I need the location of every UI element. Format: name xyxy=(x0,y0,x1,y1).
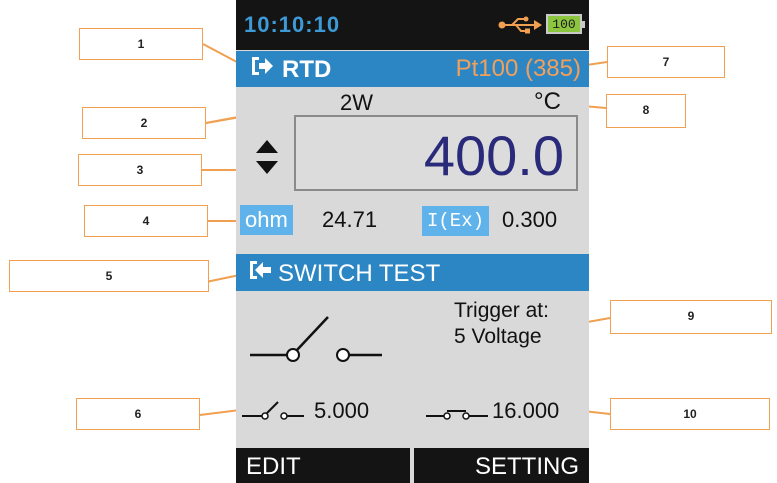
temperature-unit[interactable]: °C xyxy=(534,88,561,116)
battery-indicator: 100 xyxy=(546,14,585,34)
callout-6: 6 xyxy=(76,398,200,430)
rtd-mode[interactable]: RTD xyxy=(250,55,331,84)
usb-icon xyxy=(498,16,542,39)
switch-test-title: SWITCH TEST xyxy=(278,259,441,287)
callout-2: 2 xyxy=(82,107,206,139)
trigger-setting: Trigger at: 5 Voltage xyxy=(454,298,549,350)
closed-switch-value: 16.000 xyxy=(492,398,560,423)
clock: 10:10:10 xyxy=(244,12,341,37)
trigger-line-1: Trigger at: xyxy=(454,299,549,322)
callout-3: 3 xyxy=(78,154,202,186)
reading-display[interactable]: 400.0 xyxy=(294,115,578,191)
softkey-bar: EDIT SETTING xyxy=(236,448,589,483)
callout-9: 9 xyxy=(610,300,772,334)
iex-label: I(Ex) xyxy=(422,206,490,236)
iex-value: 0.300 xyxy=(502,207,558,232)
switch-test-title-group: SWITCH TEST xyxy=(248,259,440,288)
callout-10: 10 xyxy=(610,398,770,430)
sensor-type[interactable]: Pt100 (385) xyxy=(456,55,581,83)
reading-value: 400.0 xyxy=(423,124,564,187)
device-screen: 10:10:10 100 RTD Pt100 (385) 2W °C 400.0… xyxy=(236,0,589,483)
switch-state-icon xyxy=(250,315,382,376)
input-arrow-icon xyxy=(248,259,272,288)
callout-1: 1 xyxy=(79,28,203,60)
rtd-header: RTD Pt100 (385) xyxy=(236,51,589,87)
rtd-mode-label: RTD xyxy=(282,55,332,83)
trigger-line-2: 5 Voltage xyxy=(454,325,542,348)
open-switch-value: 5.000 xyxy=(314,398,370,423)
ohm-value: 24.71 xyxy=(322,207,378,232)
up-down-arrows-icon[interactable] xyxy=(256,140,278,179)
setting-softkey[interactable]: SETTING xyxy=(475,453,579,481)
callout-7: 7 xyxy=(607,46,725,78)
callout-8: 8 xyxy=(606,94,686,128)
edit-softkey[interactable]: EDIT xyxy=(246,453,301,481)
output-arrow-icon xyxy=(250,55,274,84)
status-bar: 10:10:10 100 xyxy=(236,0,589,50)
softkey-divider xyxy=(410,448,414,483)
closed-switch-icon xyxy=(426,400,488,425)
callout-4: 4 xyxy=(84,205,208,237)
wire-mode[interactable]: 2W xyxy=(340,90,373,116)
open-switch-icon xyxy=(242,400,304,425)
ohm-label: ohm xyxy=(240,205,293,235)
switch-test-header[interactable]: SWITCH TEST xyxy=(236,254,589,291)
callout-5: 5 xyxy=(9,260,209,292)
